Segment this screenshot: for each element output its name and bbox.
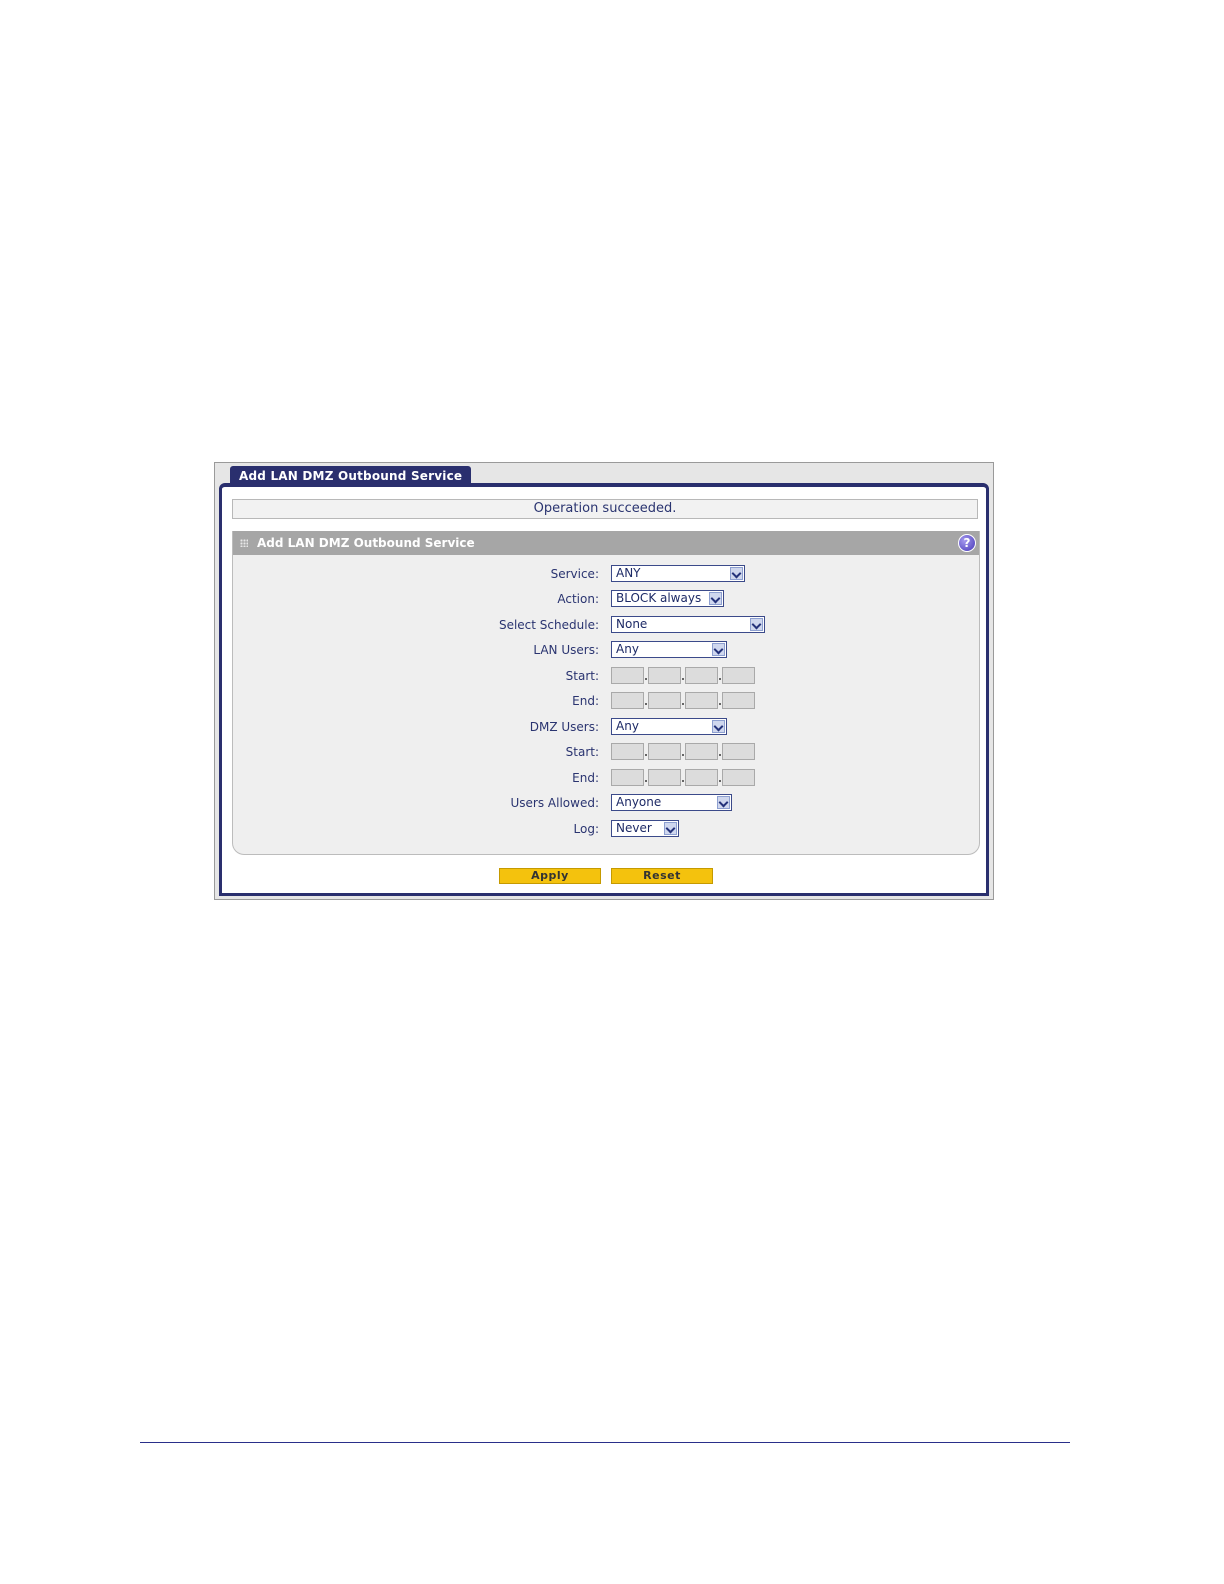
- lan-users-label: LAN Users:: [533, 643, 599, 657]
- reset-button[interactable]: Reset: [611, 868, 713, 884]
- schedule-dropdown-button[interactable]: [750, 618, 763, 631]
- dmz-end-octet-3[interactable]: [685, 769, 718, 786]
- users-allowed-row: Users Allowed: Anyone: [233, 794, 979, 814]
- users-allowed-value: Anyone: [616, 795, 662, 809]
- action-label: Action:: [557, 592, 599, 606]
- lan-start-row: Start:: [233, 667, 979, 687]
- page-footer-rule: [140, 1442, 1070, 1443]
- router-config-screenshot: Add LAN DMZ Outbound Service Operation s…: [214, 462, 994, 900]
- lan-start-octet-2[interactable]: [648, 667, 681, 684]
- dmz-end-octet-2[interactable]: [648, 769, 681, 786]
- lan-end-octet-1[interactable]: [611, 692, 644, 709]
- chevron-down-icon: [751, 619, 762, 630]
- service-label: Service:: [550, 567, 599, 581]
- chevron-down-icon: [718, 797, 729, 808]
- lan-end-row: End:: [233, 692, 979, 712]
- service-dropdown-button[interactable]: [730, 567, 743, 580]
- dmz-end-octet-4[interactable]: [722, 769, 755, 786]
- action-value: BLOCK always: [616, 591, 702, 605]
- dmz-start-octet-1[interactable]: [611, 743, 644, 760]
- dmz-start-octet-2[interactable]: [648, 743, 681, 760]
- action-select[interactable]: BLOCK always: [611, 590, 724, 607]
- schedule-label: Select Schedule:: [498, 618, 599, 632]
- chevron-down-icon: [710, 593, 721, 604]
- chevron-down-icon: [731, 568, 742, 579]
- status-message: Operation succeeded.: [232, 499, 978, 519]
- lan-users-select[interactable]: Any: [611, 641, 727, 658]
- lan-start-octet-3[interactable]: [685, 667, 718, 684]
- dmz-start-label: Start:: [565, 745, 599, 759]
- lan-end-label: End:: [572, 694, 599, 708]
- panel-title: Add LAN DMZ Outbound Service: [257, 536, 475, 550]
- grip-icon: [240, 539, 248, 547]
- log-value: Never: [616, 821, 652, 835]
- chevron-down-icon: [665, 823, 676, 834]
- lan-users-row: LAN Users: Any: [233, 641, 979, 661]
- dmz-users-value: Any: [616, 719, 639, 733]
- lan-start-label: Start:: [565, 669, 599, 683]
- lan-users-dropdown-button[interactable]: [712, 643, 725, 656]
- dmz-end-row: End:: [233, 769, 979, 789]
- action-dropdown-button[interactable]: [709, 592, 722, 605]
- users-allowed-dropdown-button[interactable]: [717, 796, 730, 809]
- dmz-end-label: End:: [572, 771, 599, 785]
- service-value: ANY: [616, 566, 641, 580]
- schedule-row: Select Schedule: None: [233, 616, 979, 636]
- content-frame: Operation succeeded. Add LAN DMZ Outboun…: [219, 483, 989, 896]
- schedule-select[interactable]: None: [611, 616, 765, 633]
- dmz-users-dropdown-button[interactable]: [712, 720, 725, 733]
- service-row: Service: ANY: [233, 565, 979, 585]
- lan-start-octet-4[interactable]: [722, 667, 755, 684]
- lan-end-octet-2[interactable]: [648, 692, 681, 709]
- dmz-start-octet-3[interactable]: [685, 743, 718, 760]
- dmz-start-octet-4[interactable]: [722, 743, 755, 760]
- log-dropdown-button[interactable]: [664, 822, 677, 835]
- lan-end-octet-3[interactable]: [685, 692, 718, 709]
- lan-start-octet-1[interactable]: [611, 667, 644, 684]
- log-label: Log:: [573, 822, 599, 836]
- dmz-users-select[interactable]: Any: [611, 718, 727, 735]
- service-panel: Add LAN DMZ Outbound Service ? Service: …: [232, 531, 980, 855]
- dmz-users-row: DMZ Users: Any: [233, 718, 979, 738]
- log-row: Log: Never: [233, 820, 979, 840]
- dmz-end-octet-1[interactable]: [611, 769, 644, 786]
- apply-button[interactable]: Apply: [499, 868, 601, 884]
- chevron-down-icon: [713, 721, 724, 732]
- dmz-start-row: Start:: [233, 743, 979, 763]
- action-row: Action: BLOCK always: [233, 590, 979, 610]
- users-allowed-select[interactable]: Anyone: [611, 794, 732, 811]
- schedule-value: None: [616, 617, 648, 631]
- log-select[interactable]: Never: [611, 820, 679, 837]
- lan-users-value: Any: [616, 642, 639, 656]
- lan-end-octet-4[interactable]: [722, 692, 755, 709]
- panel-header: Add LAN DMZ Outbound Service ?: [233, 531, 979, 555]
- service-select[interactable]: ANY: [611, 565, 745, 582]
- chevron-down-icon: [713, 644, 724, 655]
- dmz-users-label: DMZ Users:: [529, 720, 599, 734]
- help-icon[interactable]: ?: [958, 534, 976, 552]
- users-allowed-label: Users Allowed:: [510, 796, 600, 810]
